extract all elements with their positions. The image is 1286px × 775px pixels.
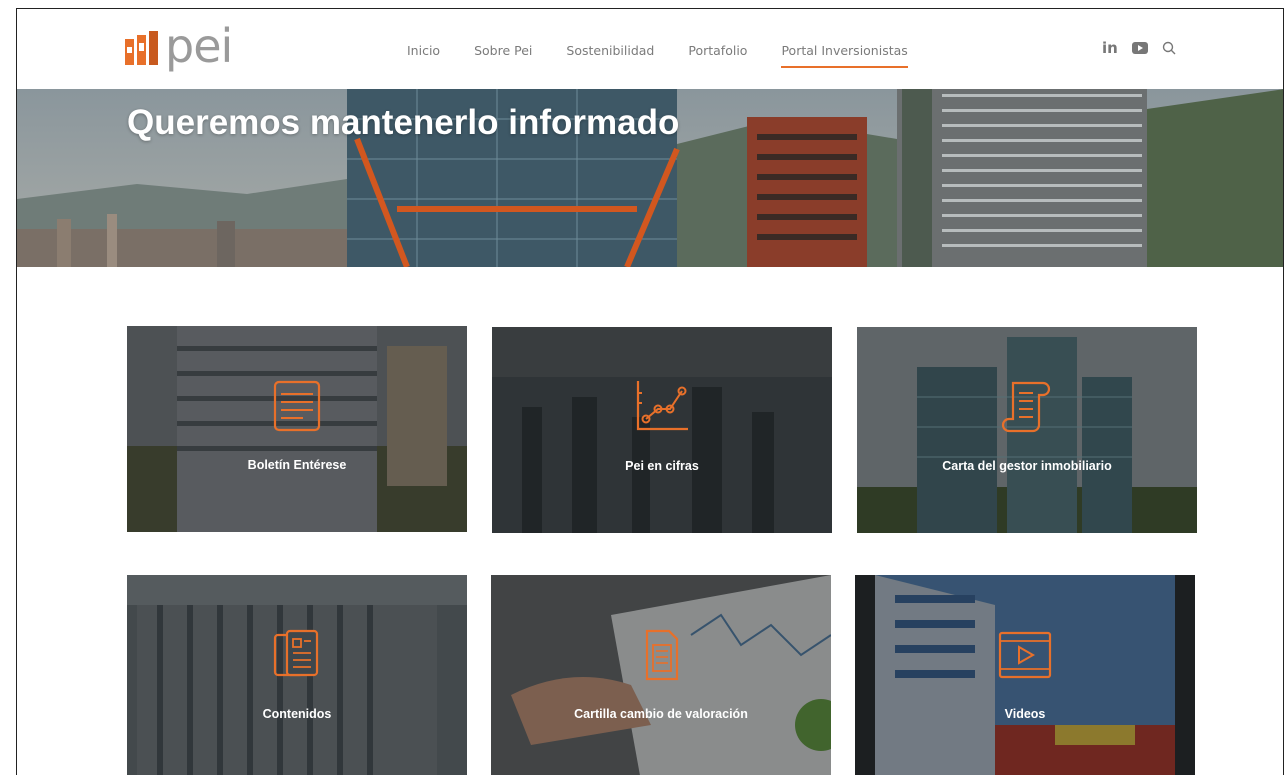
- chart-icon: [636, 381, 688, 431]
- card-contenidos[interactable]: Contenidos: [127, 575, 467, 775]
- card-label: Carta del gestor inmobiliario: [942, 459, 1112, 473]
- card-cartilla-valoracion[interactable]: Cartilla cambio de valoración: [491, 575, 831, 775]
- newsletter-icon: [273, 380, 321, 432]
- site-header: pei Inicio Sobre Pei Sostenibilidad Port…: [17, 9, 1283, 89]
- card-carta-gestor[interactable]: Carta del gestor inmobiliario: [857, 327, 1197, 533]
- pei-logo-mark-icon: [125, 31, 158, 65]
- search-icon[interactable]: [1162, 41, 1176, 55]
- video-icon: [998, 631, 1052, 679]
- nav-item-inicio[interactable]: Inicio: [407, 43, 440, 68]
- card-pei-en-cifras[interactable]: Pei en cifras: [492, 327, 832, 533]
- hero-title: Queremos mantenerlo informado: [127, 103, 680, 142]
- card-label: Videos: [1004, 707, 1046, 721]
- booklet-icon: [645, 629, 679, 681]
- nav-item-sobre-pei[interactable]: Sobre Pei: [474, 43, 532, 68]
- pei-logo[interactable]: pei: [125, 19, 233, 75]
- card-label: Cartilla cambio de valoración: [574, 707, 748, 721]
- linkedin-icon[interactable]: in: [1102, 39, 1118, 57]
- main-nav: Inicio Sobre Pei Sostenibilidad Portafol…: [407, 43, 942, 68]
- scroll-letter-icon: [1001, 381, 1051, 433]
- documents-icon: [273, 629, 319, 677]
- nav-item-sostenibilidad[interactable]: Sostenibilidad: [566, 43, 654, 68]
- nav-item-portafolio[interactable]: Portafolio: [688, 43, 747, 68]
- card-label: Contenidos: [262, 707, 332, 721]
- card-label: Pei en cifras: [625, 459, 699, 473]
- header-icons: in: [1102, 39, 1190, 57]
- youtube-icon[interactable]: [1131, 42, 1148, 54]
- page-frame: pei Inicio Sobre Pei Sostenibilidad Port…: [16, 8, 1284, 775]
- logo-text: pei: [165, 19, 233, 73]
- card-videos[interactable]: Videos: [855, 575, 1195, 775]
- nav-item-portal-inversionistas[interactable]: Portal Inversionistas: [781, 43, 908, 68]
- hero-banner: Queremos mantenerlo informado: [17, 89, 1283, 267]
- card-label: Boletín Entérese: [247, 458, 347, 472]
- card-boletin-enterese[interactable]: Boletín Entérese: [127, 326, 467, 532]
